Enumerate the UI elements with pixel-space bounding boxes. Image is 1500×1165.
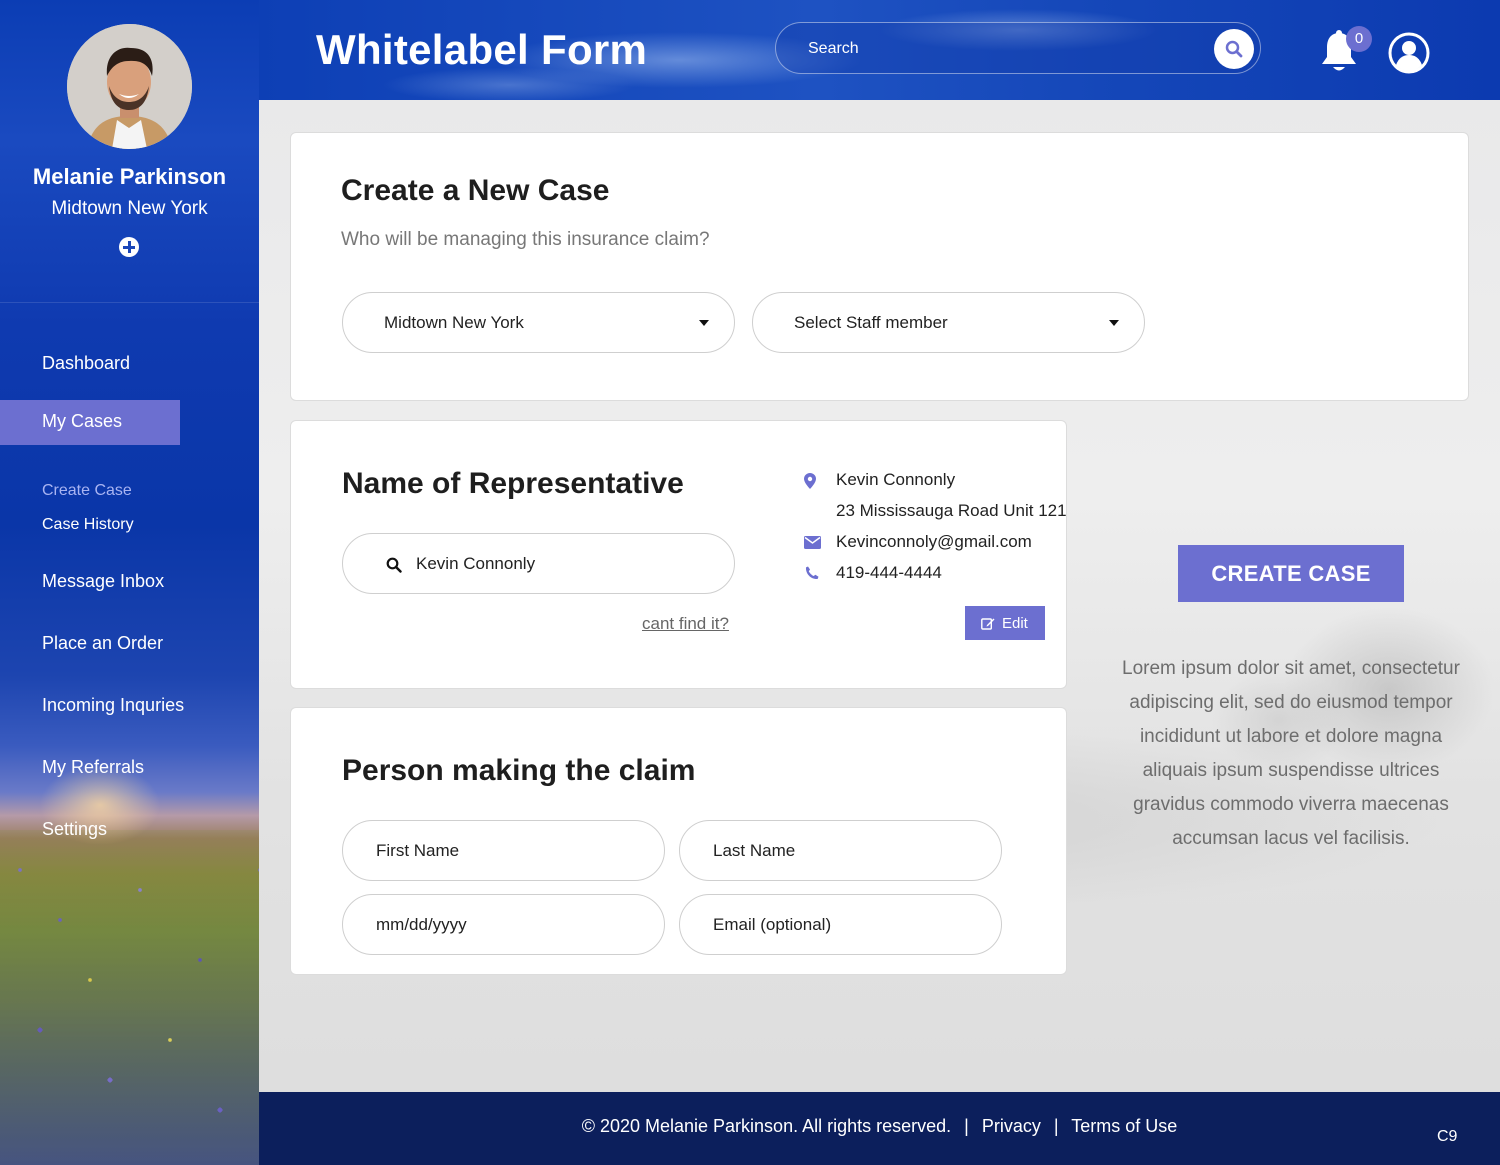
sidebar-subitem-create-case[interactable]: Create Case — [42, 482, 132, 500]
copyright-text: © 2020 Melanie Parkinson. All rights res… — [581, 1116, 952, 1136]
staff-select-value: Select Staff member — [794, 313, 948, 332]
email-field — [679, 894, 1002, 955]
representative-title: Name of Representative — [342, 467, 684, 500]
notification-count-badge: 0 — [1346, 26, 1372, 52]
sidebar-item-my-referrals[interactable]: My Referrals — [42, 757, 144, 778]
user-circle-icon — [1388, 32, 1430, 74]
sidebar-item-place-order[interactable]: Place an Order — [42, 633, 163, 654]
last-name-input[interactable] — [713, 839, 973, 863]
new-case-title: Create a New Case — [341, 174, 610, 207]
new-case-subtitle: Who will be managing this insurance clai… — [341, 229, 710, 250]
user-name: Melanie Parkinson — [32, 164, 227, 189]
cant-find-link[interactable]: cant find it? — [642, 614, 729, 634]
edit-button[interactable]: Edit — [965, 606, 1045, 640]
search-icon — [1225, 40, 1243, 58]
footer-separator: | — [1053, 1116, 1059, 1136]
sidebar-item-message-inbox[interactable]: Message Inbox — [42, 571, 164, 592]
sidebar-divider — [0, 302, 259, 303]
sidebar-item-incoming-inquries[interactable]: Incoming Inquries — [42, 695, 184, 716]
sidebar: Melanie Parkinson Midtown New York Dashb… — [0, 0, 259, 1165]
search-bar — [775, 22, 1261, 74]
contact-phone: 419-444-4444 — [836, 563, 942, 582]
email-input[interactable] — [713, 913, 973, 937]
search-icon — [386, 557, 402, 573]
claimant-title: Person making the claim — [342, 754, 696, 787]
profile-button[interactable] — [1388, 32, 1430, 74]
avatar-photo — [67, 24, 192, 149]
contact-name: Kevin Connonly — [836, 470, 956, 489]
create-case-button[interactable]: CREATE CASE — [1178, 545, 1404, 602]
footer-separator: | — [964, 1116, 969, 1136]
envelope-icon — [804, 536, 821, 549]
user-location: Midtown New York — [51, 198, 208, 219]
location-select[interactable]: Midtown New York — [342, 292, 735, 353]
top-header: Whitelabel Form 0 — [259, 0, 1500, 100]
representative-search-input[interactable] — [416, 552, 706, 576]
search-input[interactable] — [808, 37, 1198, 61]
privacy-link[interactable]: Privacy — [982, 1116, 1041, 1136]
page-title: Whitelabel Form — [316, 26, 648, 73]
caret-down-icon — [1109, 320, 1119, 326]
staff-select[interactable]: Select Staff member — [752, 292, 1145, 353]
last-name-field — [679, 820, 1002, 881]
footer: © 2020 Melanie Parkinson. All rights res… — [259, 1092, 1500, 1165]
map-marker-icon — [804, 473, 816, 489]
terms-link[interactable]: Terms of Use — [1071, 1116, 1177, 1136]
caret-down-icon — [699, 320, 709, 326]
add-circle-icon[interactable] — [119, 237, 139, 257]
search-button[interactable] — [1214, 29, 1254, 69]
contact-address: 23 Mississauga Road Unit 121 — [836, 501, 1067, 520]
footer-code: C9 — [1437, 1128, 1458, 1145]
dob-field — [342, 894, 665, 955]
dob-input[interactable] — [376, 913, 636, 937]
sidebar-item-my-cases[interactable]: My Cases — [42, 411, 122, 432]
edit-icon — [981, 618, 995, 630]
first-name-field — [342, 820, 665, 881]
sidebar-item-settings[interactable]: Settings — [42, 819, 107, 840]
create-case-description: Lorem ipsum dolor sit amet, consectetur … — [1122, 658, 1460, 849]
representative-search — [342, 533, 735, 594]
avatar[interactable] — [67, 24, 192, 149]
new-case-card — [290, 132, 1469, 401]
sidebar-background-image — [0, 830, 259, 1165]
contact-email[interactable]: Kevinconnoly@gmail.com — [836, 532, 1032, 552]
location-select-value: Midtown New York — [384, 313, 524, 332]
footer-links: © 2020 Melanie Parkinson. All rights res… — [259, 1116, 1500, 1137]
sidebar-item-dashboard[interactable]: Dashboard — [42, 353, 130, 374]
phone-icon — [805, 566, 819, 580]
edit-label: Edit — [1002, 615, 1028, 632]
first-name-input[interactable] — [376, 839, 636, 863]
sidebar-subitem-case-history[interactable]: Case History — [42, 516, 134, 534]
